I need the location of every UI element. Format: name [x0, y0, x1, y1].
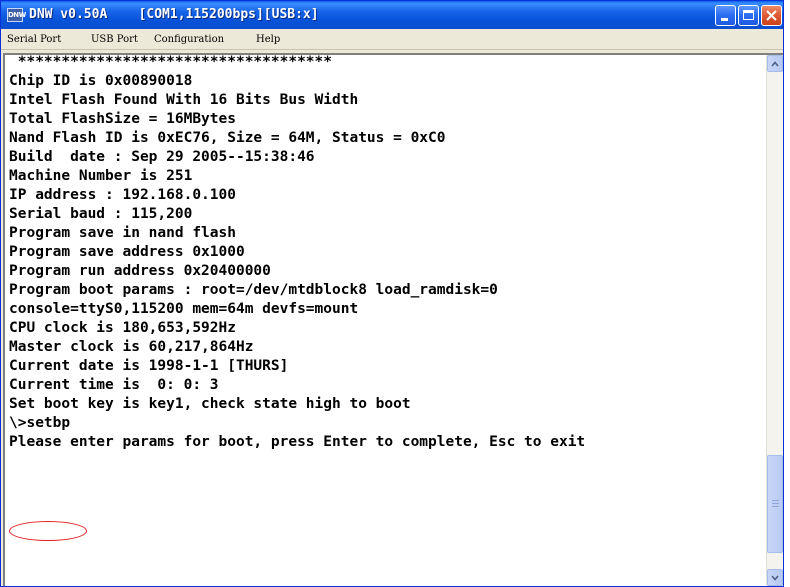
- scroll-up-button[interactable]: [767, 55, 783, 72]
- terminal-line: Total FlashSize = 16MBytes: [9, 111, 236, 127]
- thumb-grip: [772, 500, 779, 501]
- thumb-grip: [772, 503, 779, 504]
- terminal-line: Master clock is 60,217,864Hz: [9, 339, 254, 355]
- terminal-line: Nand Flash ID is 0xEC76, Size = 64M, Sta…: [9, 130, 446, 146]
- terminal-line: Program save in nand flash: [9, 225, 236, 241]
- terminal-line: IP address : 192.168.0.100: [9, 187, 236, 203]
- menu-configuration[interactable]: Configuration: [154, 32, 224, 48]
- terminal-line: CPU clock is 180,653,592Hz: [9, 320, 236, 336]
- terminal-line: Serial baud : 115,200: [9, 206, 193, 222]
- close-button[interactable]: [761, 5, 782, 26]
- terminal-line: console=ttyS0,115200 mem=64m devfs=mount: [9, 301, 359, 317]
- title-bar[interactable]: DNW DNW v0.50A [COM1,115200bps][USB:x]: [1, 1, 783, 29]
- terminal-line: Build date : Sep 29 2005--15:38:46: [9, 149, 315, 165]
- terminal-line: Intel Flash Found With 16 Bits Bus Width: [9, 92, 359, 108]
- minimize-button[interactable]: [715, 5, 736, 26]
- minimize-icon: [721, 18, 728, 21]
- menu-serial-port[interactable]: Serial Port: [7, 32, 61, 48]
- menu-usb-port[interactable]: USB Port: [91, 32, 138, 48]
- terminal-text[interactable]: ************************************ Chi…: [9, 55, 767, 586]
- terminal-line: ************************************: [9, 55, 333, 70]
- scroll-down-button[interactable]: [767, 569, 783, 586]
- chevron-down-icon: [771, 575, 779, 581]
- vertical-scrollbar[interactable]: [766, 55, 783, 586]
- thumb-grip: [772, 506, 779, 507]
- terminal-output[interactable]: ************************************ Chi…: [3, 53, 783, 586]
- terminal-line: Current date is 1998-1-1 [THURS]: [9, 358, 289, 374]
- terminal-line: Program save address 0x1000: [9, 244, 245, 260]
- terminal-line: Machine Number is 251: [9, 168, 193, 184]
- window-title: DNW v0.50A [COM1,115200bps][USB:x]: [29, 7, 319, 22]
- terminal-line: Program run address 0x20400000: [9, 263, 271, 279]
- maximize-icon: [743, 10, 754, 20]
- menu-help[interactable]: Help: [256, 32, 280, 48]
- close-icon: [766, 10, 777, 21]
- command-highlight-circle: [9, 521, 87, 541]
- app-icon[interactable]: DNW: [7, 8, 26, 22]
- terminal-line: Please enter params for boot, press Ente…: [9, 434, 586, 450]
- terminal-line: Program boot params : root=/dev/mtdblock…: [9, 282, 498, 298]
- terminal-line: Chip ID is 0x00890018: [9, 73, 193, 89]
- terminal-line: Set boot key is key1, check state high t…: [9, 396, 411, 412]
- dnw-window: DNW DNW v0.50A [COM1,115200bps][USB:x] S…: [0, 0, 784, 587]
- terminal-line: Current time is 0: 0: 3: [9, 377, 219, 393]
- terminal-prompt-line: \>setbp: [9, 415, 71, 431]
- chevron-up-icon: [771, 61, 779, 67]
- menu-bar: Serial Port USB Port Configuration Help: [1, 30, 783, 50]
- maximize-button[interactable]: [738, 5, 759, 26]
- scroll-thumb[interactable]: [767, 455, 783, 553]
